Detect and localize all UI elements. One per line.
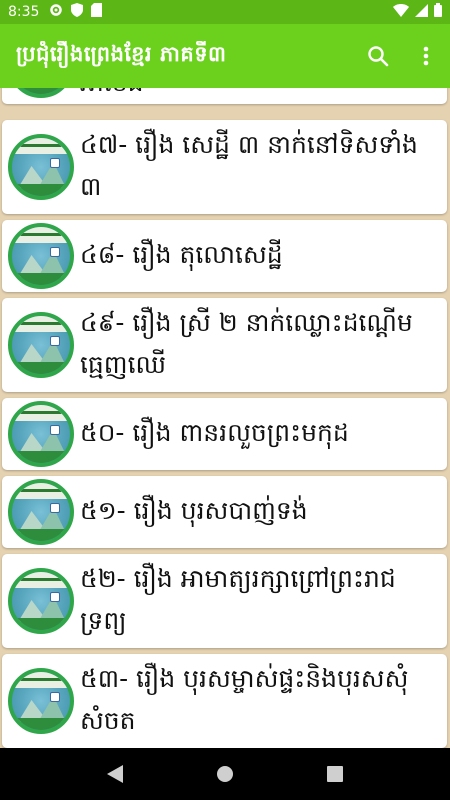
status-bar: 8:35 bbox=[0, 0, 450, 24]
list-item[interactable]: ៥៣- រឿង បុរសម្ចាស់ផ្ទះនិងបុរសសុំសំចត bbox=[2, 654, 447, 748]
list-item[interactable]: ៥២- រឿង អាមាត្យរក្សាព្រៅព្រះរាជទ្រព្យ bbox=[2, 554, 447, 648]
book-cover-icon bbox=[8, 312, 74, 378]
home-circle-icon bbox=[217, 766, 233, 782]
wifi-icon bbox=[393, 3, 409, 21]
list-item-partial[interactable]: អាបេង bbox=[2, 88, 447, 104]
overflow-menu-button[interactable] bbox=[402, 32, 450, 80]
navigation-bar bbox=[0, 748, 450, 800]
sd-card-icon bbox=[91, 3, 103, 21]
story-list[interactable]: អាបេង ៤៧- រឿង សេដ្ឋី ៣ នាក់នៅទិសទាំង ៣ ៤… bbox=[0, 88, 450, 748]
cell-signal-icon bbox=[415, 3, 428, 21]
book-cover-icon bbox=[8, 479, 74, 545]
recents-button[interactable] bbox=[311, 750, 359, 798]
list-item-label: ៤៨- រឿង តុលោសេដ្ឋី bbox=[80, 240, 283, 269]
shield-icon bbox=[71, 3, 84, 21]
list-item-label: ៤៧- រឿង សេដ្ឋី ៣ នាក់នៅទិសទាំង ៣ bbox=[80, 130, 418, 201]
back-triangle-icon bbox=[107, 765, 123, 783]
battery-icon bbox=[434, 3, 442, 21]
list-item-label: ៥២- រឿង អាមាត្យរក្សាព្រៅព្រះរាជទ្រព្យ bbox=[80, 564, 396, 635]
home-button[interactable] bbox=[201, 750, 249, 798]
app-bar: ប្រជុំរឿងព្រេងខ្មែរ ភាគទី៣ bbox=[0, 24, 450, 88]
recents-square-icon bbox=[327, 766, 343, 782]
status-time: 8:35 bbox=[8, 4, 40, 20]
more-vert-icon bbox=[423, 46, 429, 66]
list-item-label: ៥៣- រឿង បុរសម្ចាស់ផ្ទះនិងបុរសសុំសំចត bbox=[80, 664, 409, 735]
book-cover-icon bbox=[8, 568, 74, 634]
list-item-label: ៥០- រឿង ពានរលួចព្រះមកុដ bbox=[80, 418, 349, 447]
book-cover-icon bbox=[8, 134, 74, 200]
list-item[interactable]: ៤៧- រឿង សេដ្ឋី ៣ នាក់នៅទិសទាំង ៣ bbox=[2, 120, 447, 214]
search-icon bbox=[368, 46, 389, 67]
book-cover-icon bbox=[8, 88, 74, 98]
list-item-label: អាបេង bbox=[80, 88, 437, 104]
book-cover-icon bbox=[8, 668, 74, 734]
search-button[interactable] bbox=[354, 32, 402, 80]
app-title: ប្រជុំរឿងព្រេងខ្មែរ ភាគទី៣ bbox=[16, 41, 227, 66]
settings-gear-icon bbox=[49, 3, 63, 21]
list-item[interactable]: ៥១- រឿង បុរសបាញ់ទង់ bbox=[2, 476, 447, 548]
list-item-label: ៤៩- រឿង ស្រី ២ នាក់ឈ្លោះដណ្តើមធ្មេញឈើ bbox=[80, 308, 413, 379]
book-cover-icon bbox=[8, 223, 74, 289]
book-cover-icon bbox=[8, 401, 74, 467]
back-button[interactable] bbox=[91, 750, 139, 798]
list-item[interactable]: ៤៨- រឿង តុលោសេដ្ឋី bbox=[2, 220, 447, 292]
list-item[interactable]: ៤៩- រឿង ស្រី ២ នាក់ឈ្លោះដណ្តើមធ្មេញឈើ bbox=[2, 298, 447, 392]
list-item-label: ៥១- រឿង បុរសបាញ់ទង់ bbox=[80, 496, 308, 525]
list-item[interactable]: ៥០- រឿង ពានរលួចព្រះមកុដ bbox=[2, 398, 447, 470]
